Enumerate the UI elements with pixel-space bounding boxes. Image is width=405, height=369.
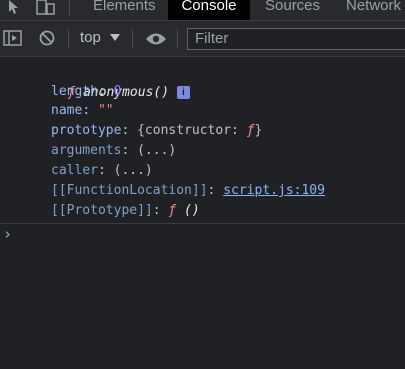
prop-value-end: } bbox=[254, 123, 263, 138]
context-label: top bbox=[80, 29, 101, 46]
prop-length: length: 0 bbox=[51, 84, 122, 99]
prop-key: prototype bbox=[51, 123, 122, 138]
device-toolbar-icon[interactable] bbox=[36, 0, 56, 16]
prop-value: (...) bbox=[113, 163, 153, 178]
console-output: ƒ anonymous() i length: 0 name: "" proto… bbox=[0, 57, 405, 369]
inspect-element-icon[interactable] bbox=[6, 0, 24, 16]
tab-network[interactable]: Network bbox=[346, 0, 401, 20]
tab-sources[interactable]: Sources bbox=[265, 0, 320, 20]
prop-caller[interactable]: caller: (...) bbox=[51, 161, 153, 181]
tab-elements[interactable]: Elements bbox=[93, 0, 156, 20]
function-header[interactable]: ƒ anonymous() i bbox=[36, 63, 190, 100]
tabbar-separator bbox=[69, 0, 70, 16]
prop-key: [[Prototype]] bbox=[51, 203, 153, 218]
eye-icon[interactable] bbox=[145, 31, 167, 47]
console-toolbar: top Filter bbox=[0, 21, 405, 57]
info-icon[interactable]: i bbox=[176, 86, 190, 99]
filter-placeholder: Filter bbox=[195, 30, 229, 47]
tab-console[interactable]: Console bbox=[168, 0, 250, 20]
prompt-chevron-icon: › bbox=[3, 225, 13, 243]
prop-value: () bbox=[176, 203, 200, 218]
prop-key: name bbox=[51, 103, 83, 118]
devtools-tabbar: Elements Console Sources Network bbox=[0, 0, 405, 21]
source-link[interactable]: script.js:109 bbox=[223, 183, 325, 198]
console-divider bbox=[0, 223, 405, 224]
prop-key: length bbox=[51, 84, 98, 99]
prop-key: [[FunctionLocation]] bbox=[51, 183, 208, 198]
prop-arguments[interactable]: arguments: (...) bbox=[51, 141, 176, 161]
sidebar-toggle-icon[interactable] bbox=[3, 30, 23, 46]
prop-key: caller bbox=[51, 163, 98, 178]
filter-input[interactable]: Filter bbox=[187, 28, 405, 50]
clear-console-icon[interactable] bbox=[39, 30, 57, 46]
prop-prototype[interactable]: prototype: {constructor: ƒ} bbox=[51, 121, 262, 141]
console-prompt[interactable]: › bbox=[3, 224, 12, 244]
prop-prototype-internal[interactable]: [[Prototype]]: ƒ () bbox=[51, 201, 200, 221]
prop-value: 0 bbox=[113, 84, 122, 99]
prop-value: "" bbox=[97, 103, 114, 118]
prop-value-f: ƒ bbox=[246, 123, 255, 138]
context-selector[interactable]: top bbox=[80, 29, 121, 46]
prop-value: (...) bbox=[137, 143, 177, 158]
toolbar-separator bbox=[177, 29, 178, 49]
toolbar-separator bbox=[132, 29, 133, 49]
prop-key: arguments bbox=[51, 143, 122, 158]
prop-function-location: [[FunctionLocation]]: script.js:109 bbox=[51, 183, 325, 198]
toolbar-separator bbox=[68, 29, 69, 49]
dropdown-arrow-icon bbox=[110, 29, 121, 46]
prop-name: name: "" bbox=[51, 103, 114, 118]
prop-value: {constructor: bbox=[137, 123, 247, 138]
